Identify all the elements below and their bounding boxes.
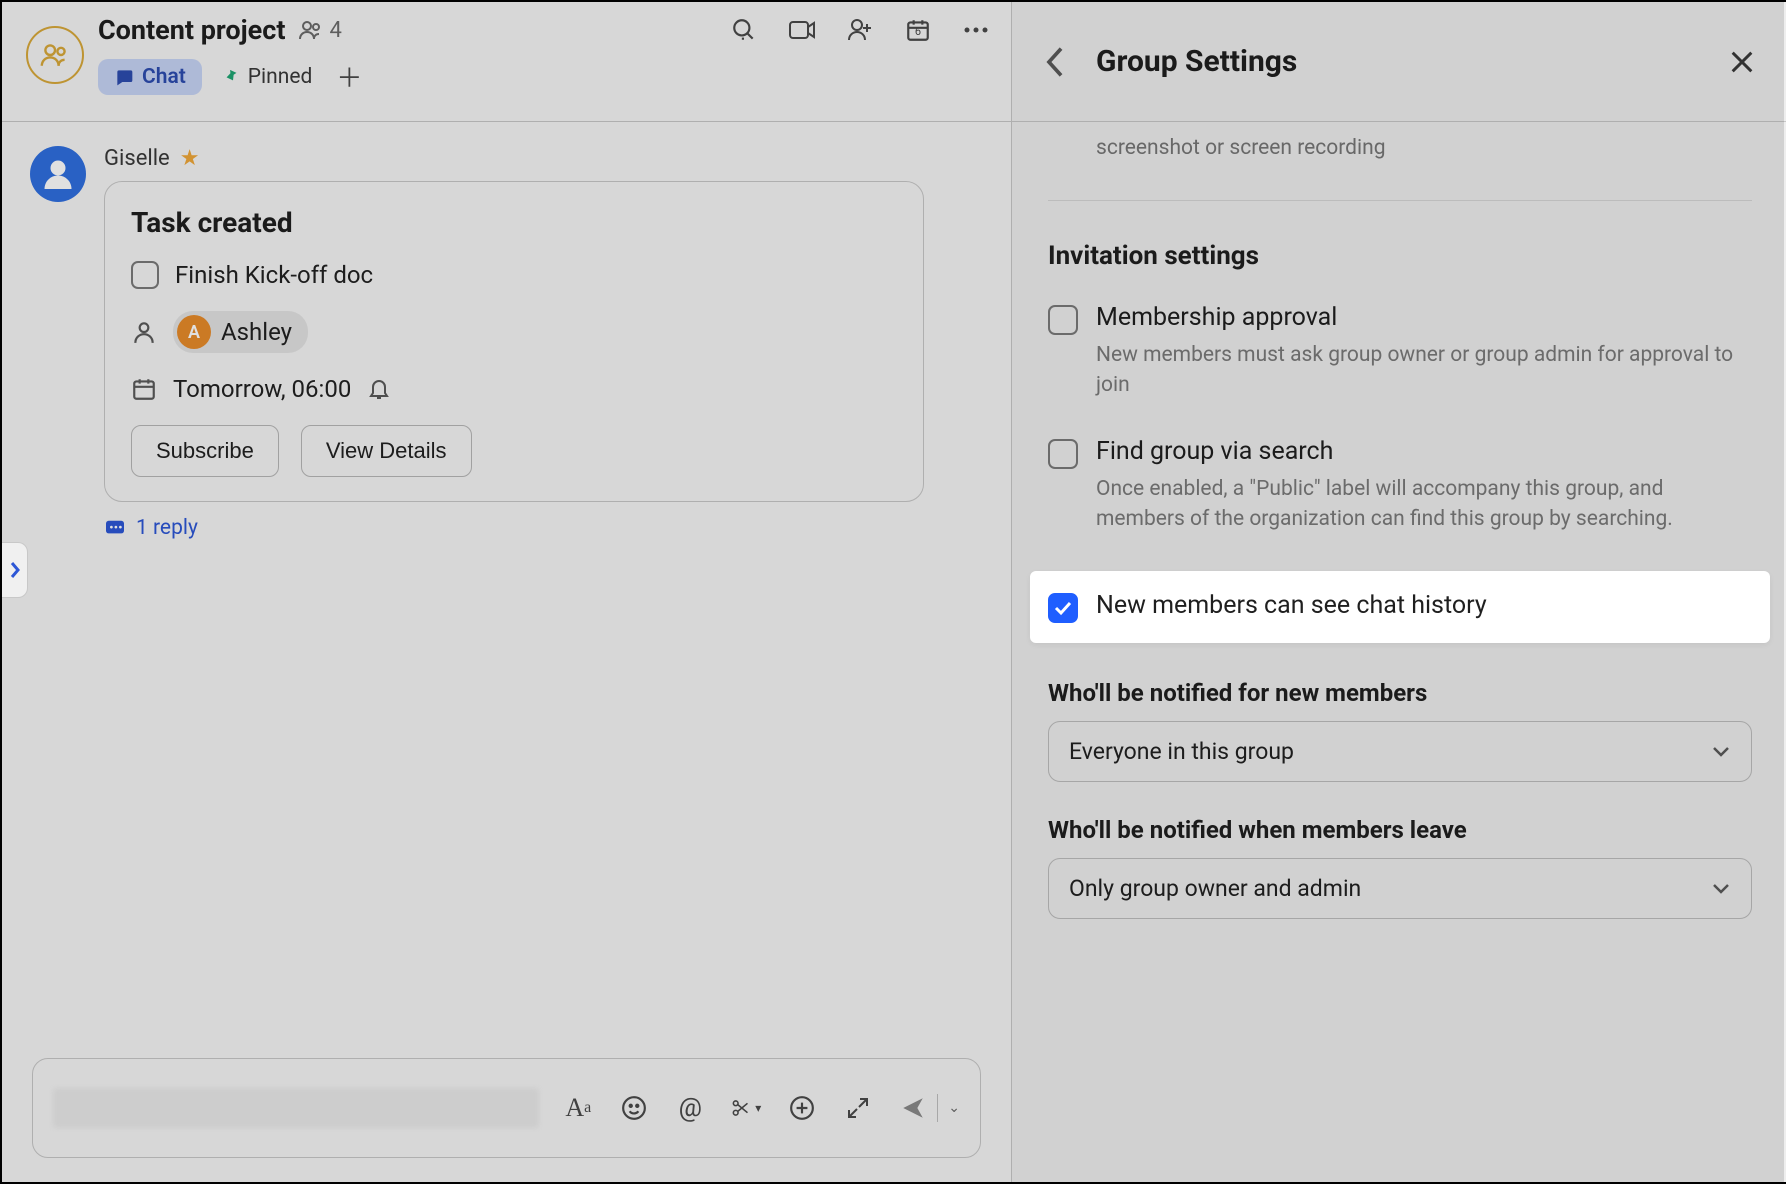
send-divider [937,1094,938,1122]
emoji-icon[interactable] [619,1093,649,1123]
pin-icon [220,67,240,87]
settings-body[interactable]: screenshot or screen recording Invitatio… [1012,122,1786,1182]
settings-title: Group Settings [1096,44,1698,79]
group-settings-panel: Group Settings screenshot or screen reco… [1012,2,1786,1182]
view-details-button[interactable]: View Details [301,425,472,477]
notify-new-select[interactable]: Everyone in this group [1048,721,1752,782]
reply-link[interactable]: 1 reply [104,516,983,540]
sidebar-toggle[interactable] [2,542,28,598]
expand-icon[interactable] [843,1093,873,1123]
task-card-title: Task created [131,206,897,239]
chevron-down-icon [1711,881,1731,895]
plus-circle-icon[interactable] [787,1093,817,1123]
member-count[interactable]: 4 [299,18,341,43]
send-button[interactable] [899,1095,927,1121]
more-icon[interactable] [961,15,991,45]
chat-icon [114,67,134,87]
person-icon [131,319,157,345]
membership-approval-checkbox[interactable] [1048,305,1078,335]
chat-history-label: New members can see chat history [1096,591,1487,620]
member-count-value: 4 [329,18,341,43]
notify-leave-title: Who'll be notified when members leave [1048,816,1752,844]
message-composer[interactable]: Aa @ ▾ ⌄ [32,1058,981,1158]
chat-history-checkbox[interactable] [1048,593,1078,623]
composer-input[interactable] [53,1088,539,1128]
assignee-chip[interactable]: A Ashley [173,311,308,353]
assignee-avatar: A [177,315,211,349]
tab-chat[interactable]: Chat [98,59,202,95]
prev-setting-desc: screenshot or screen recording [1048,122,1752,201]
video-call-icon[interactable] [787,15,817,45]
chevron-down-icon [1711,744,1731,758]
chat-history-setting: New members can see chat history [1030,571,1770,643]
membership-approval-label: Membership approval [1096,303,1752,332]
calendar-badge: 6 [903,25,933,38]
tab-pinned[interactable]: Pinned [220,65,313,89]
chat-header: Content project 4 [2,2,1011,122]
notify-leave-select[interactable]: Only group owner and admin [1048,858,1752,919]
find-via-search-checkbox[interactable] [1048,439,1078,469]
star-icon: ★ [180,146,200,171]
find-via-search-desc: Once enabled, a "Public" label will acco… [1096,474,1752,535]
chat-area: Content project 4 [2,2,1012,1182]
task-checkbox[interactable] [131,261,159,289]
subscribe-button[interactable]: Subscribe [131,425,279,477]
message-item: Giselle ★ Task created Finish Kick-off d… [30,146,983,540]
font-icon[interactable]: Aa [563,1093,593,1123]
add-member-icon[interactable] [845,15,875,45]
group-avatar[interactable] [26,26,84,84]
task-name: Finish Kick-off doc [175,261,373,289]
notify-new-title: Who'll be notified for new members [1048,679,1752,707]
task-card: Task created Finish Kick-off doc A Ashle… [104,181,924,502]
find-via-search-setting: Find group via search Once enabled, a "P… [1048,437,1752,535]
send-options-icon[interactable]: ⌄ [948,1100,960,1116]
calendar-icon[interactable]: 6 [903,15,933,45]
tab-chat-label: Chat [142,65,186,89]
calendar-small-icon [131,376,157,402]
scissors-icon[interactable]: ▾ [731,1093,761,1123]
assignee-name: Ashley [221,318,292,346]
find-via-search-label: Find group via search [1096,437,1752,466]
back-button[interactable] [1044,45,1066,79]
reply-count: 1 reply [136,516,198,540]
task-due: Tomorrow, 06:00 [173,375,351,403]
chat-messages: Giselle ★ Task created Finish Kick-off d… [2,122,1011,1058]
notify-new-value: Everyone in this group [1069,738,1294,765]
invitation-section-title: Invitation settings [1048,241,1752,271]
reply-icon [104,519,126,537]
notify-leave-value: Only group owner and admin [1069,875,1361,902]
group-title[interactable]: Content project [98,14,285,46]
author-name[interactable]: Giselle [104,146,170,171]
membership-approval-setting: Membership approval New members must ask… [1048,303,1752,401]
tab-pinned-label: Pinned [248,65,313,89]
add-tab-button[interactable]: ＋ [330,58,368,95]
bell-icon [367,377,391,401]
author-avatar[interactable] [30,146,86,202]
search-icon[interactable] [729,15,759,45]
close-button[interactable] [1728,48,1756,76]
mention-icon[interactable]: @ [675,1093,705,1123]
membership-approval-desc: New members must ask group owner or grou… [1096,340,1752,401]
members-icon [299,20,323,40]
